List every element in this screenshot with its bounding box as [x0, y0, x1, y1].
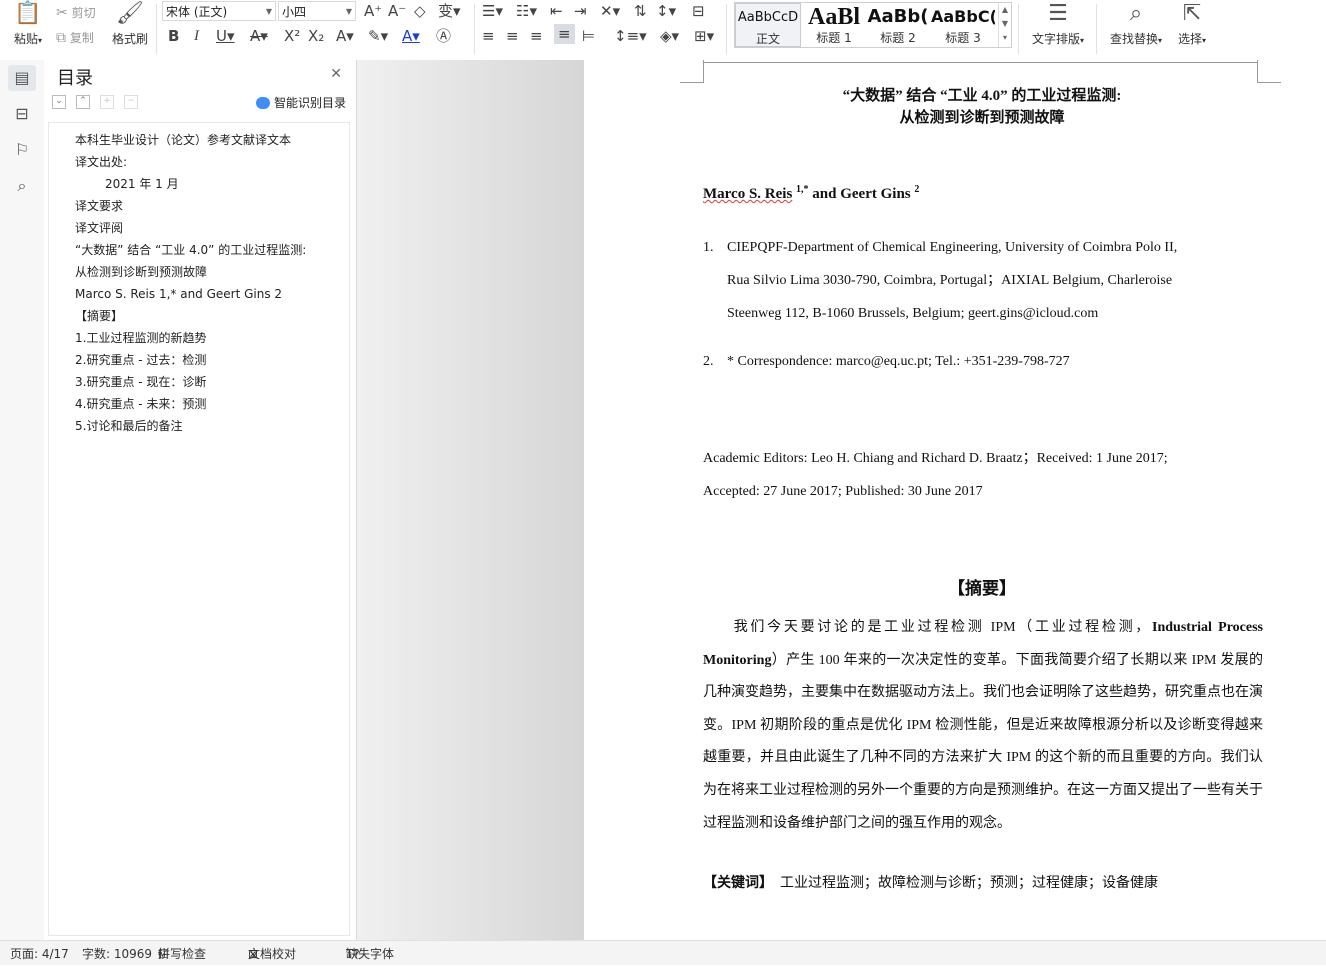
- chevron-down-icon: ▼: [345, 7, 352, 16]
- toc-item[interactable]: 1.工业过程监测的新趋势: [75, 327, 306, 349]
- paste-label: 粘贴: [13, 32, 38, 46]
- copy-icon: ⧉: [56, 30, 66, 46]
- strikethrough-icon[interactable]: A▾: [250, 26, 268, 46]
- style-heading-2[interactable]: AaBb( 标题 2: [867, 3, 929, 47]
- collapse-all-icon[interactable]: ⌄: [52, 95, 66, 109]
- abstract-heading: 【摘要】: [948, 579, 1016, 598]
- subscript-icon[interactable]: X₂: [308, 26, 324, 46]
- borders-icon[interactable]: ⊞▾: [694, 26, 714, 46]
- keywords: 【关键词】 工业过程监测；故障检测与诊断；预测；过程健康；设备健康: [703, 876, 1158, 891]
- bold-icon[interactable]: B: [168, 26, 179, 46]
- align-center-icon[interactable]: ≡: [506, 26, 519, 46]
- clipboard-icon: 📋: [14, 1, 42, 26]
- toc-list: 本科生毕业设计（论文）参考文献译文本 译文出处: 2021 年 1 月译文要求 译文评…: [75, 129, 306, 437]
- style-scroll[interactable]: ▲ ▼ ▾: [998, 3, 1011, 47]
- brush-icon: 🖌: [116, 1, 144, 26]
- close-icon[interactable]: ✕: [330, 66, 342, 82]
- remove-heading-icon[interactable]: −: [124, 95, 138, 109]
- style-normal[interactable]: AaBbCcD 正文: [735, 3, 801, 47]
- toc-item[interactable]: 3.研究重点 - 现在：诊断: [75, 371, 306, 393]
- doc-authors: Marco S. Reis 1,* and Geert Gins 2: [703, 184, 920, 202]
- underline-icon[interactable]: U▾: [216, 26, 235, 46]
- document-canvas: “大数据” 结合 “工业 4.0” 的工业过程监测: 从检测到诊断到预测故障 M…: [357, 60, 1326, 940]
- toc-item[interactable]: Marco S. Reis 1,* and Geert Gins 2: [75, 283, 306, 305]
- sort-icon[interactable]: ↕▾: [656, 1, 676, 21]
- toc-list-box: 本科生毕业设计（论文）参考文献译文本 译文出处: 2021 年 1 月译文要求 译文评…: [48, 122, 350, 936]
- grow-font-icon[interactable]: A⁺: [364, 1, 382, 21]
- toc-icon[interactable]: ▤: [8, 65, 36, 91]
- shading-icon[interactable]: ◈▾: [660, 26, 679, 46]
- toc-item[interactable]: 从检测到诊断到预测故障: [75, 261, 306, 283]
- add-heading-icon[interactable]: +: [100, 95, 114, 109]
- shrink-font-icon[interactable]: A⁻: [388, 1, 406, 21]
- search-icon: ⌕: [1129, 1, 1143, 26]
- toc-item[interactable]: “大数据” 结合 “工业 4.0” 的工业过程监测:: [75, 239, 306, 261]
- chapter-nav-icon[interactable]: ⊟: [12, 104, 32, 124]
- navigation-rail: ▤ ⊟ ⚐ ⌕: [0, 60, 45, 940]
- doc-title: “大数据” 结合 “工业 4.0” 的工业过程监测:: [842, 88, 1122, 104]
- font-name-select[interactable]: 宋体 (正文) ▼: [162, 1, 276, 21]
- cut-button[interactable]: ✂ 剪切: [56, 4, 96, 21]
- numbered-list-icon[interactable]: ☷▾: [516, 1, 537, 21]
- text-layout-button[interactable]: ☰ 文字排版▾: [1026, 2, 1090, 47]
- toc-item[interactable]: 译文评阅: [75, 217, 306, 239]
- toc-item[interactable]: 译文出处:: [75, 151, 306, 173]
- smart-icon: [255, 97, 270, 109]
- abstract-body: 我们今天要讨论的是工业过程检测 IPM（工业过程检测，Industrial Pr…: [703, 620, 1263, 831]
- align-right-icon[interactable]: ≡: [530, 26, 543, 46]
- toc-item[interactable]: 译文要求: [75, 195, 306, 217]
- toc-item[interactable]: 2021 年 1 月: [75, 173, 306, 195]
- italic-icon[interactable]: I: [194, 26, 199, 46]
- document-page[interactable]: “大数据” 结合 “工业 4.0” 的工业过程监测: 从检测到诊断到预测故障 M…: [584, 60, 1326, 940]
- chevron-down-icon: ▼: [265, 7, 272, 16]
- eraser-icon[interactable]: ◇: [414, 1, 426, 21]
- text-layout-icon: ☰: [1048, 1, 1068, 26]
- paste-button[interactable]: 📋 粘贴▾: [10, 2, 46, 47]
- bullet-list-icon[interactable]: ☰▾: [482, 1, 503, 21]
- increase-indent-icon[interactable]: ⇥: [574, 1, 587, 21]
- font-size-select[interactable]: 小四 ▼: [278, 1, 356, 21]
- format-painter-button[interactable]: 🖌 格式刷: [110, 2, 150, 47]
- doc-subtitle: 从检测到诊断到预测故障: [899, 110, 1065, 126]
- toc-item[interactable]: 4.研究重点 - 未来：预测: [75, 393, 306, 415]
- toc-item[interactable]: 2.研究重点 - 过去：检测: [75, 349, 306, 371]
- text-effect-icon[interactable]: A▾: [336, 26, 354, 46]
- copy-button[interactable]: ⧉ 复制: [56, 29, 94, 46]
- style-gallery: AaBbCcD 正文 AaBl 标题 1 AaBb( 标题 2 AaBbC( 标…: [734, 2, 1012, 48]
- style-heading-3[interactable]: AaBbC( 标题 3: [931, 3, 995, 47]
- select-button[interactable]: ⇱ 选择▾: [1172, 2, 1212, 47]
- line-spacing-icon[interactable]: ↕≡▾: [614, 26, 647, 46]
- status-bar: 页面: 4/17 字数: 10969 ☑ 拼写检查 ▾ ⊠ 文档校对 T? 缺失…: [0, 940, 1326, 965]
- find-replace-button[interactable]: ⌕ 查找替换▾: [1104, 2, 1168, 47]
- scissors-icon: ✂: [56, 5, 68, 21]
- word-count[interactable]: 字数: 10969: [82, 941, 152, 967]
- text-direction-icon[interactable]: ⇅: [634, 1, 647, 21]
- editors-info: Academic Editors: Leo H. Chiang and Rich…: [703, 451, 1168, 499]
- bookmark-icon[interactable]: ⚐: [12, 140, 32, 160]
- toc-title: 目录: [57, 68, 93, 89]
- toc-item[interactable]: 【摘要】: [75, 305, 306, 327]
- highlight-icon[interactable]: ✎▾: [368, 26, 388, 46]
- toc-pane: 目录 ✕ ⌄ ⌃ + − 智能识别目录 本科生毕业设计（论文）参考文献译文本 译文…: [44, 60, 357, 940]
- expand-up-icon[interactable]: ⌃: [76, 95, 90, 109]
- char-border-icon[interactable]: Ⓐ: [436, 26, 451, 46]
- style-heading-1[interactable]: AaBl 标题 1: [803, 3, 865, 47]
- page-indicator[interactable]: 页面: 4/17: [10, 941, 69, 967]
- cursor-icon: ⇱: [1182, 1, 1202, 26]
- toc-item[interactable]: 本科生毕业设计（论文）参考文献译文本: [75, 129, 306, 151]
- ribbon-toolbar: 📋 粘贴▾ ✂ 剪切 ⧉ 复制 🖌 格式刷 宋体 (正文) ▼ 小四 ▼ A⁺ A⁻…: [0, 0, 1326, 61]
- align-left-icon[interactable]: ≡: [482, 26, 495, 46]
- superscript-icon[interactable]: X²: [284, 26, 300, 46]
- distribute-icon[interactable]: ⊨: [582, 26, 595, 46]
- font-color-icon[interactable]: A▾: [402, 26, 420, 46]
- search-icon[interactable]: ⌕: [12, 176, 32, 196]
- phonetic-icon[interactable]: 变▾: [438, 1, 461, 21]
- chinese-layout-icon[interactable]: ✕▾: [600, 1, 620, 21]
- toc-item[interactable]: 5.讨论和最后的备注: [75, 415, 306, 437]
- show-marks-icon[interactable]: ⊟: [692, 1, 705, 21]
- smart-toc-button[interactable]: 智能识别目录: [255, 94, 346, 111]
- justify-icon[interactable]: ≡: [554, 24, 575, 44]
- decrease-indent-icon[interactable]: ⇤: [550, 1, 563, 21]
